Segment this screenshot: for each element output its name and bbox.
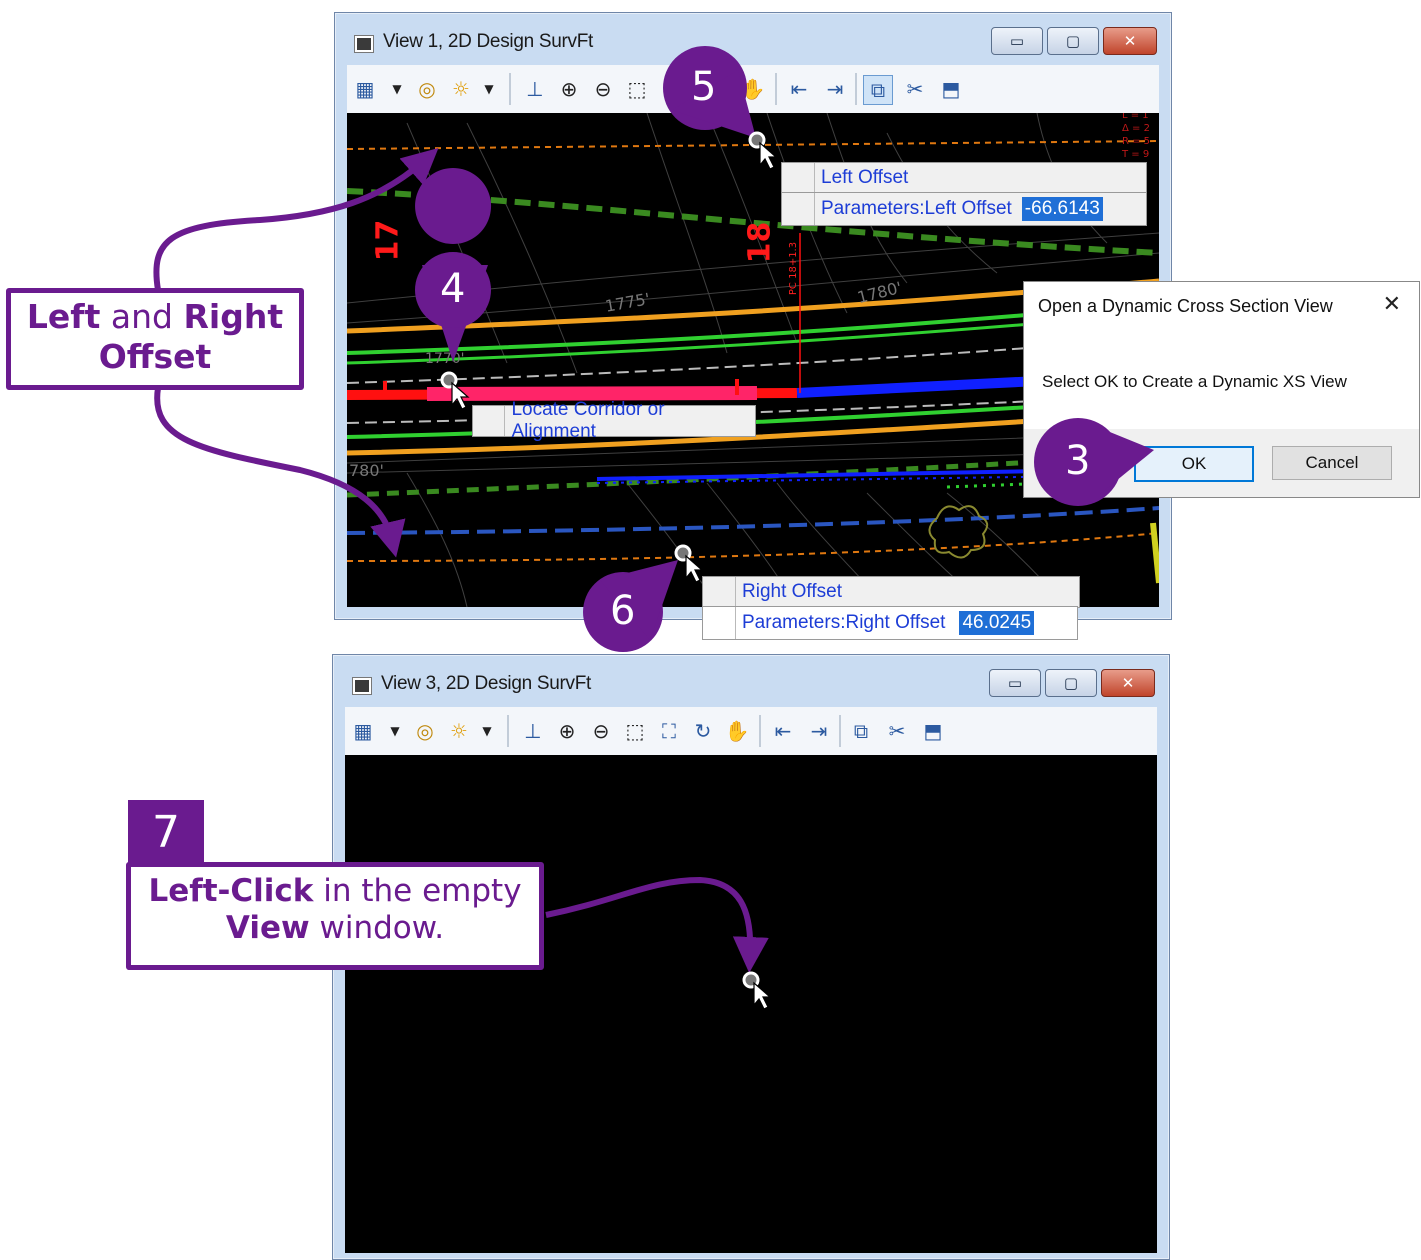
close-button[interactable]: ✕ [1103, 27, 1157, 55]
left-offset-title-prompt: Left Offset [781, 162, 1147, 194]
clip-volume-icon[interactable]: ✂ [901, 75, 929, 103]
right-offset-label: Parameters:Right Offset [742, 612, 946, 633]
minimize-button[interactable]: ▭ [991, 27, 1043, 55]
view1-title: View 1, 2D Design SurvFt [383, 31, 593, 52]
left-offset-prompt[interactable]: Parameters:Left Offset -66.6143 [781, 192, 1147, 226]
contour-label-780: 780' [349, 461, 384, 480]
chevron-down-icon[interactable]: ▼ [389, 717, 401, 745]
pan-icon[interactable]: ✋ [739, 75, 767, 103]
view3-title: View 3, 2D Design SurvFt [381, 673, 591, 694]
render-icon[interactable]: ☼ [445, 717, 473, 745]
maximize-button[interactable]: ▢ [1045, 669, 1097, 697]
toolbar-divider [509, 73, 511, 105]
callout-offset-word: Offset [98, 336, 212, 376]
view3-canvas[interactable] [345, 755, 1157, 1253]
callout-window-word: window. [309, 910, 445, 947]
chevron-down-icon[interactable]: ▼ [391, 75, 403, 103]
step-5-number: 5 [691, 64, 717, 110]
locate-label: Locate Corridor or Alignment [511, 399, 665, 442]
toolbar-divider [507, 715, 509, 747]
minimize-button[interactable]: ▭ [989, 669, 1041, 697]
pc-label: PC 18+1.3 [788, 241, 800, 296]
step-4-number: 4 [440, 266, 466, 312]
clip-mask-icon[interactable]: ⬒ [937, 75, 965, 103]
station-label-17: 17 [370, 219, 406, 262]
view3-titlebar[interactable]: View 3, 2D Design SurvFt ▭ ▢ ✕ [333, 655, 1169, 707]
toolbar-divider [855, 73, 857, 105]
view-icon [354, 35, 374, 53]
zoom-in-icon[interactable]: ⊕ [553, 717, 581, 745]
next-view-icon[interactable]: ⇥ [821, 75, 849, 103]
ok-button[interactable]: OK [1134, 446, 1254, 482]
callout-left-click: Left-Click [148, 873, 314, 909]
right-offset-prompt[interactable]: Parameters:Right Offset 46.0245 [702, 606, 1078, 640]
close-button[interactable]: ✕ [1101, 669, 1155, 697]
render-icon[interactable]: ☼ [447, 75, 475, 103]
rotate-view-icon[interactable]: ↻ [689, 717, 717, 745]
step-6-number: 6 [610, 588, 636, 634]
callout-left-word: Left [26, 297, 101, 336]
pan-icon[interactable]: ✋ [723, 717, 751, 745]
view3-toolbar: ▦ ▼ ◎ ☼ ▼ ⊥ ⊕ ⊖ ⬚ ⛶ ↻ ✋ ⇤ ⇥ ⧉ ✂ ⬒ [345, 707, 1157, 755]
svg-text:Δ = 2: Δ = 2 [1122, 123, 1150, 134]
callout-view-word: View [225, 910, 310, 947]
toolbar-divider [759, 715, 761, 747]
left-click-callout: Left-Click in the empty View window. [126, 862, 544, 970]
toolbar-divider [775, 73, 777, 105]
levels-icon[interactable]: ◎ [413, 75, 441, 103]
clip-volume-icon[interactable]: ✂ [883, 717, 911, 745]
next-view-icon[interactable]: ⇥ [805, 717, 833, 745]
view-attributes-icon[interactable]: ▦ [349, 717, 377, 745]
fit-view-icon[interactable]: ⛶ [655, 717, 683, 745]
svg-text:L = 1: L = 1 [1122, 113, 1149, 121]
callout-right-word: Right [183, 297, 284, 336]
copy-view-icon[interactable]: ⧉ [863, 75, 893, 105]
offset-callout: Left and Right Offset [6, 288, 304, 390]
maximize-button[interactable]: ▢ [1047, 27, 1099, 55]
cancel-button[interactable]: Cancel [1272, 446, 1392, 480]
locate-prompt: Locate Corridor or Alignment [472, 399, 756, 442]
chevron-down-icon[interactable]: ▼ [483, 75, 495, 103]
contour-label-1770: 1770' [425, 351, 465, 367]
view-icon [352, 677, 372, 695]
left-offset-value[interactable]: -66.6143 [1021, 197, 1103, 221]
callout-and-word: and [100, 297, 184, 336]
view1-toolbar: ▦ ▼ ◎ ☼ ▼ ⊥ ⊕ ⊖ ⬚ ✋ ⇤ ⇥ ⧉ ✂ ⬒ [347, 65, 1159, 113]
window-area-icon[interactable]: ⬚ [621, 717, 649, 745]
zoom-in-icon[interactable]: ⊕ [555, 75, 583, 103]
window-area-icon[interactable]: ⬚ [623, 75, 651, 103]
update-view-icon[interactable]: ⊥ [519, 717, 547, 745]
previous-view-icon[interactable]: ⇤ [769, 717, 797, 745]
clip-mask-icon[interactable]: ⬒ [919, 717, 947, 745]
view-attributes-icon[interactable]: ▦ [351, 75, 379, 103]
previous-view-icon[interactable]: ⇤ [785, 75, 813, 103]
left-offset-title: Left Offset [821, 167, 909, 188]
view1-titlebar[interactable]: View 1, 2D Design SurvFt ▭ ▢ ✕ [335, 13, 1171, 65]
dialog-title: Open a Dynamic Cross Section View [1038, 296, 1333, 316]
station-label-18: 18 [742, 221, 778, 264]
right-offset-value[interactable]: 46.0245 [959, 611, 1035, 635]
step-3-number: 3 [1065, 438, 1091, 484]
update-view-icon[interactable]: ⊥ [521, 75, 549, 103]
step-7-badge: 7 [128, 800, 204, 864]
toolbar-divider [839, 715, 841, 747]
chevron-down-icon[interactable]: ▼ [481, 717, 493, 745]
svg-text:T = 9: T = 9 [1121, 149, 1149, 160]
callout-in-empty: in the empty [313, 873, 522, 909]
zoom-out-icon[interactable]: ⊖ [587, 717, 615, 745]
zoom-out-icon[interactable]: ⊖ [589, 75, 617, 103]
dialog-message: Select OK to Create a Dynamic XS View [1042, 372, 1347, 391]
right-offset-title: Right Offset [742, 581, 842, 602]
levels-icon[interactable]: ◎ [411, 717, 439, 745]
svg-text:R = 5: R = 5 [1122, 136, 1150, 147]
copy-view-icon[interactable]: ⧉ [847, 717, 875, 745]
close-icon[interactable]: ✕ [1383, 292, 1401, 317]
left-offset-label: Parameters:Left Offset [821, 198, 1012, 219]
right-offset-title-prompt: Right Offset [702, 576, 1080, 608]
